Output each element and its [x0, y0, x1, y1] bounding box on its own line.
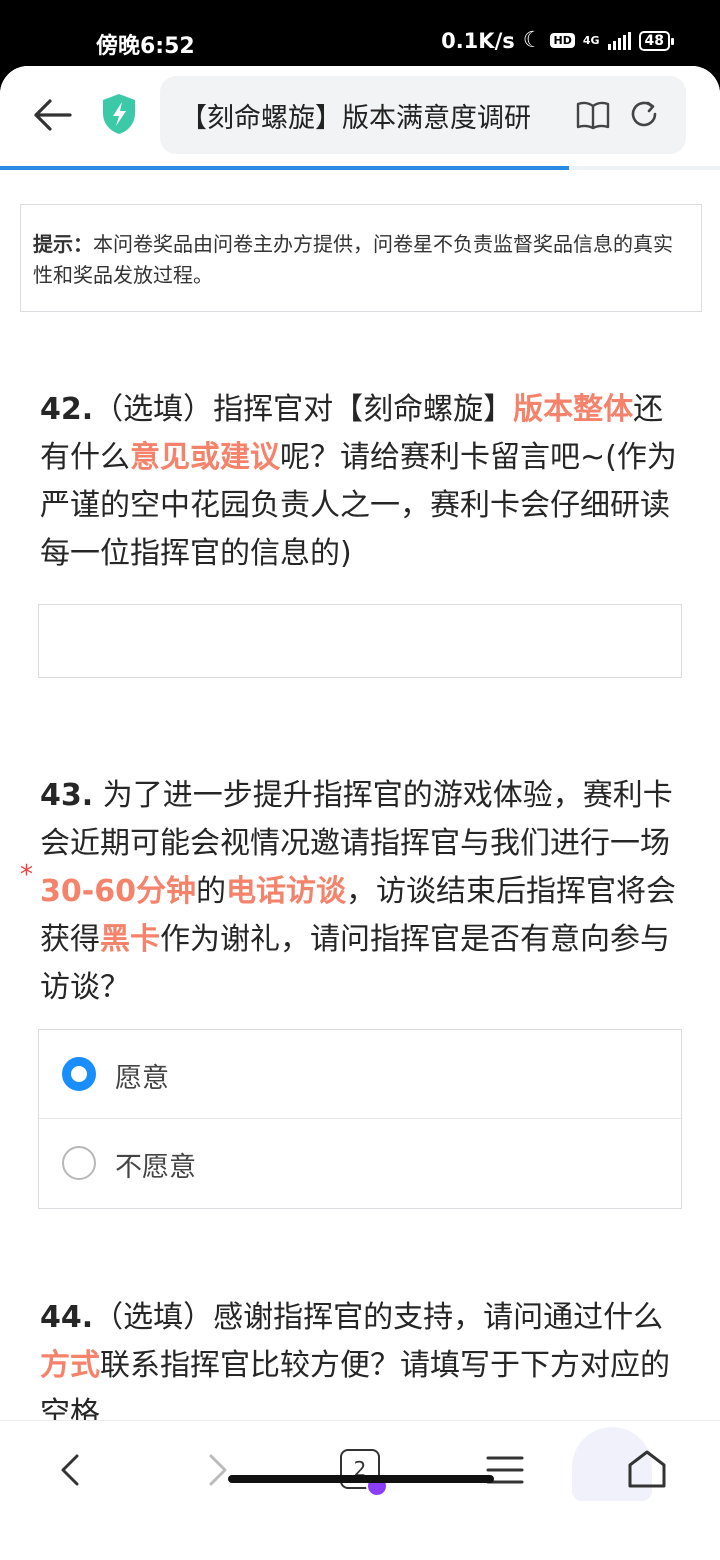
net-speed: 0.1K/s: [441, 28, 515, 53]
home-indicator[interactable]: [228, 1475, 494, 1483]
nav-forward-icon[interactable]: [192, 1445, 242, 1495]
page-title: 【刻命螺旋】版本满意度调研: [180, 103, 531, 134]
question-highlight: 黑卡: [100, 922, 160, 957]
moon-icon: ☾: [522, 28, 543, 53]
question-text: 联系指挥官比较方便？请填写于下方对应的空格: [40, 1348, 670, 1431]
page-load-progress: [0, 166, 720, 170]
question-43-title: 43. 为了进一步提升指挥官的游戏体验，赛利卡会近期可能会视情况邀请指挥官与我们…: [40, 772, 680, 1012]
hd-icon: HD: [550, 33, 575, 48]
option-unwilling[interactable]: 不愿意: [39, 1119, 681, 1208]
radio-selected-icon[interactable]: [62, 1057, 96, 1091]
back-arrow-icon[interactable]: [30, 92, 76, 138]
question-text: 为了进一步提升指挥官的游戏体验，赛利卡会近期可能会视情况邀请指挥官与我们进行一场: [40, 778, 673, 861]
question-number: 44.: [40, 1300, 94, 1335]
question-number: 43.: [40, 778, 94, 813]
home-icon[interactable]: [622, 1445, 672, 1495]
question-44-title: 44.（选填）感谢指挥官的支持，请问通过什么方式联系指挥官比较方便？请填写于下方…: [40, 1294, 680, 1438]
question-text: 的: [195, 874, 226, 909]
question-text: （选填）感谢指挥官的支持，请问通过什么: [93, 1300, 664, 1335]
question-42-answer-input[interactable]: [38, 604, 682, 678]
question-highlight: 30-60分钟: [40, 874, 196, 909]
question-text: （选填）指挥官对【刻命螺旋】: [93, 392, 514, 427]
page-load-progress-fill: [0, 166, 569, 170]
security-shield-icon[interactable]: [100, 92, 138, 136]
status-bar: 傍晚6:52 0.1K/s ☾ HD 4G 48: [0, 0, 720, 66]
question-number: 42.: [40, 392, 94, 427]
address-bar[interactable]: 【刻命螺旋】版本满意度调研: [160, 76, 686, 154]
notice-text: 本问卷奖品由问卷主办方提供，问卷星不负责监督奖品信息的真实性和奖品发放过程。: [33, 232, 673, 287]
browser-toolbar: 【刻命螺旋】版本满意度调研: [0, 66, 720, 166]
status-time: 傍晚6:52: [96, 34, 195, 59]
radio-unselected-icon[interactable]: [62, 1146, 96, 1180]
battery-icon: 48: [638, 30, 675, 51]
option-willing[interactable]: 愿意: [39, 1030, 681, 1119]
question-43-options: 愿意 不愿意: [38, 1029, 682, 1209]
notice-label: 提示：: [33, 232, 93, 256]
required-mark: *: [20, 860, 33, 890]
menu-icon[interactable]: [480, 1445, 530, 1495]
nav-back-icon[interactable]: [46, 1445, 96, 1495]
network-type: 4G: [582, 33, 600, 47]
question-highlight: 电话访谈: [225, 874, 346, 909]
bottom-navigation: 2: [0, 1420, 720, 1560]
signal-icon: [607, 31, 631, 50]
question-highlight: 方式: [40, 1348, 100, 1383]
reader-mode-icon[interactable]: [576, 100, 610, 130]
question-highlight: 版本整体: [513, 392, 634, 427]
notice-box: 提示：本问卷奖品由问卷主办方提供，问卷星不负责监督奖品信息的真实性和奖品发放过程…: [20, 204, 702, 312]
option-label: 愿意: [115, 1063, 169, 1094]
reload-icon[interactable]: [628, 98, 660, 130]
status-icons: 0.1K/s ☾ HD 4G 48: [441, 28, 675, 53]
question-42-title: 42.（选填）指挥官对【刻命螺旋】版本整体还有什么意见或建议呢？请给赛利卡留言吧…: [40, 386, 680, 578]
option-label: 不愿意: [115, 1152, 196, 1183]
question-highlight: 意见或建议: [130, 440, 280, 475]
browser-window: 【刻命螺旋】版本满意度调研 提示：本问卷奖品由问卷主办方提供，问卷星不负责监督奖…: [0, 66, 720, 1560]
